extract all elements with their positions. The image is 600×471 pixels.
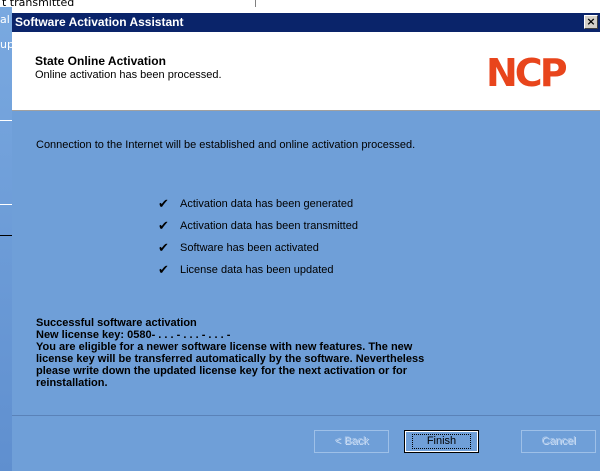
back-button[interactable]: < Back [314,430,389,453]
activation-result: Successful software activation New licen… [36,317,576,389]
ncp-logo: NCP [486,52,570,92]
background-fragment: up [0,38,12,51]
checkmark-icon: ✔ [158,262,169,278]
activation-dialog: Software Activation Assistant × State On… [12,13,600,471]
background-status-text: t transmitted [2,0,75,9]
dialog-header: State Online Activation Online activatio… [12,32,600,110]
page-title: State Online Activation [35,54,166,68]
button-divider [12,415,600,416]
checklist-item: ✔ License data has been updated [158,259,358,281]
dialog-title: Software Activation Assistant [15,15,184,29]
license-key-line: New license key: 0580- . . . - . . . - .… [36,329,231,341]
result-heading: Successful software activation [36,317,197,329]
background-divider [0,120,12,121]
checklist-item: ✔ Software has been activated [158,237,358,259]
header-divider [12,110,600,111]
checklist-item: ✔ Activation data has been transmitted [158,215,358,237]
cancel-button[interactable]: Cancel [521,430,596,453]
background-panel: t transmitted [0,0,256,9]
dialog-titlebar[interactable]: Software Activation Assistant × [12,13,600,32]
background-divider [0,204,12,205]
close-icon: × [586,15,596,28]
finish-button[interactable]: Finish [404,430,479,453]
checklist-label: Activation data has been transmitted [180,220,358,232]
checklist-label: Software has been activated [180,242,319,254]
background-fragment: al [0,13,10,26]
finish-button-label: Finish [411,434,472,449]
checklist-label: License data has been updated [180,264,334,276]
checkmark-icon: ✔ [158,240,169,256]
result-message-line: You are eligible for a newer software li… [36,341,413,353]
result-message-line: reinstallation. [36,377,108,389]
checkmark-icon: ✔ [158,218,169,234]
status-checklist: ✔ Activation data has been generated ✔ A… [158,193,358,281]
checklist-item: ✔ Activation data has been generated [158,193,358,215]
result-message-line: license key will be transferred automati… [36,353,425,365]
background-sidebar [0,7,12,471]
background-divider [0,235,12,236]
page-subtitle: Online activation has been processed. [35,69,222,81]
result-message-line: please write down the updated license ke… [36,365,408,377]
logo-text: NCP [486,52,567,92]
checkmark-icon: ✔ [158,196,169,212]
intro-text: Connection to the Internet will be estab… [36,139,416,151]
close-button[interactable]: × [584,15,598,29]
checklist-label: Activation data has been generated [180,198,354,210]
